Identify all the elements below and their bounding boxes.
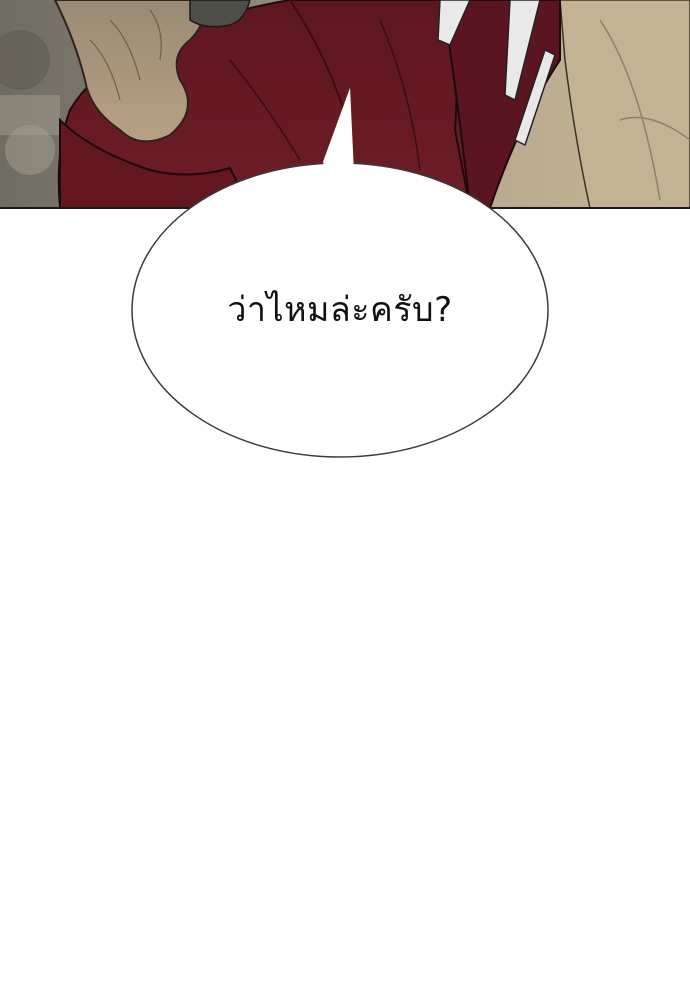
panel-border (0, 207, 690, 209)
panel-artwork (0, 0, 690, 208)
comic-panel-illustration (0, 0, 690, 208)
comic-page: ว่าไหมล่ะครับ? (0, 0, 690, 1000)
speech-bubble-text: ว่าไหมล่ะครับ? (227, 290, 453, 330)
bokeh-shape (0, 95, 60, 135)
